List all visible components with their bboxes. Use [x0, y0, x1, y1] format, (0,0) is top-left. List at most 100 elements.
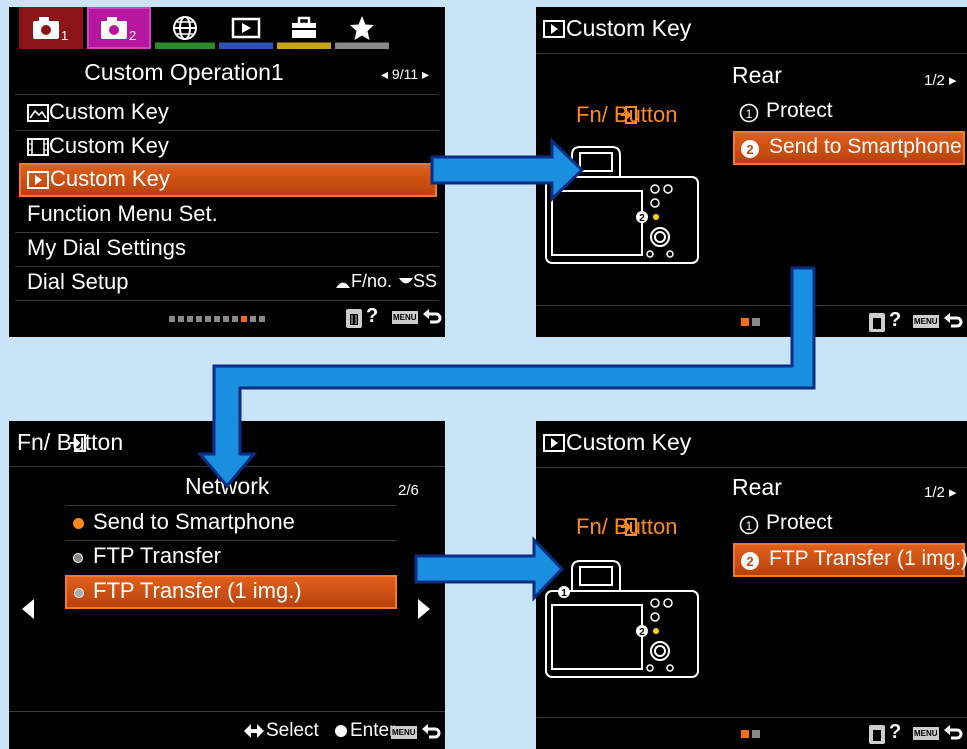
playback-icon — [543, 20, 565, 38]
enter-icon — [335, 725, 347, 737]
svg-text:2: 2 — [746, 142, 753, 157]
menu-button-label[interactable]: MENU — [392, 311, 418, 324]
help-label: ? — [889, 721, 902, 743]
number-1-icon: 1 — [739, 515, 759, 535]
menu-item-my-dial-settings[interactable]: My Dial Settings — [19, 233, 437, 265]
front-dial-icon — [336, 282, 350, 288]
custom-key-screen-send: Custom Key Rear 1/2 ▸ Fn/ Button 1 Prote… — [536, 7, 967, 337]
network-assign-screen: Fn/ Button Network 2/6 Send to Smartphon… — [9, 421, 445, 749]
toolbox-icon — [292, 16, 316, 38]
page-number: 1/2 — [924, 484, 945, 501]
section-title: Network — [185, 473, 270, 499]
playback-icon — [543, 434, 565, 452]
page-right-icon: ▸ — [944, 72, 957, 89]
tab-camera-1[interactable]: 1 — [19, 7, 83, 49]
camera-back-illustration: 2 — [545, 146, 699, 264]
list-item-ftp-transfer-1-img[interactable]: FTP Transfer (1 img.) — [65, 575, 397, 609]
page-title: Custom Key — [566, 15, 692, 41]
left-arrow-icon[interactable] — [21, 598, 35, 620]
page-indicator: 1/2 ▸ — [924, 483, 957, 501]
tab-camera-2[interactable]: 2 — [87, 7, 151, 49]
still-image-icon — [27, 104, 49, 122]
direction-icon — [244, 724, 264, 738]
option-label: Send to Smartphone — [769, 135, 962, 158]
menu-item-dial-setup[interactable]: Dial Setup F/no. SS — [19, 267, 437, 299]
list-item-send-to-smartphone[interactable]: Send to Smartphone — [65, 507, 397, 539]
trash-icon[interactable] — [345, 307, 363, 329]
send-icon — [621, 518, 637, 536]
option-label: Protect — [766, 511, 833, 534]
option-ftp-transfer-1-img[interactable]: 2 FTP Transfer (1 img.) — [733, 543, 967, 577]
svg-text:1: 1 — [746, 107, 753, 121]
menu-button-label[interactable]: MENU — [913, 727, 939, 740]
option-send-to-smartphone[interactable]: 2 Send to Smartphone — [733, 131, 965, 165]
list-item-label: Send to Smartphone — [93, 509, 295, 534]
camera-1-icon: 1 — [33, 17, 68, 42]
menu-item-label: My Dial Settings — [27, 235, 186, 260]
menu-item-label: Custom Key — [49, 133, 169, 158]
page-dots — [741, 318, 760, 326]
camera-2-icon: 2 — [101, 17, 136, 42]
camera-back-illustration: 1 2 — [545, 560, 699, 678]
page-right-icon: ▸ — [418, 66, 430, 82]
page-indicator: ◂ 9/11 ▸ — [381, 66, 429, 83]
page-title: Custom Operation1 — [84, 59, 284, 85]
return-icon[interactable] — [943, 724, 963, 744]
trash-icon[interactable] — [868, 723, 886, 745]
menu-item-custom-key-playback[interactable]: Custom Key — [19, 163, 437, 197]
svg-text:1: 1 — [561, 588, 567, 599]
trash-icon[interactable] — [868, 311, 886, 333]
return-icon[interactable] — [943, 312, 963, 332]
svg-text:2: 2 — [746, 554, 753, 569]
menu-button-label[interactable]: MENU — [391, 726, 417, 739]
svg-text:2: 2 — [129, 28, 136, 42]
menu-item-label: Custom Key — [49, 99, 169, 124]
svg-text:2: 2 — [639, 627, 645, 638]
tab-my-menu[interactable] — [335, 7, 389, 49]
page-dots — [169, 316, 265, 322]
menu-item-custom-key-still[interactable]: Custom Key — [19, 97, 437, 129]
page-title: Custom Key — [566, 429, 692, 455]
tab-playback[interactable] — [219, 7, 273, 49]
send-icon — [70, 434, 86, 452]
number-2-icon: 2 — [741, 140, 759, 158]
right-arrow-icon[interactable] — [417, 598, 431, 620]
number-2-icon: 2 — [741, 552, 759, 570]
page-right-icon: ▸ — [944, 484, 957, 501]
movie-icon — [27, 138, 49, 156]
page-left-icon: ◂ — [381, 66, 392, 82]
option-label: FTP Transfer (1 img.) — [769, 547, 967, 570]
option-protect[interactable]: 1 Protect — [736, 97, 967, 129]
globe-icon — [173, 16, 197, 40]
menu-item-label: Dial Setup — [27, 269, 129, 294]
menu-item-label: Function Menu Set. — [27, 201, 218, 226]
playback-icon — [231, 17, 261, 39]
select-label: Select — [266, 720, 319, 741]
list-item-label: FTP Transfer (1 img.) — [93, 578, 302, 603]
svg-text:1: 1 — [61, 28, 68, 42]
page-number: 2/6 — [398, 482, 419, 499]
tab-network[interactable] — [155, 7, 215, 49]
page-number: 1/2 — [924, 72, 945, 89]
section-title: Rear — [732, 474, 782, 500]
dial-rear-value: SS — [413, 271, 438, 291]
menu-button-label[interactable]: MENU — [913, 315, 939, 328]
menu-item-label: Custom Key — [50, 166, 170, 191]
list-item-label: FTP Transfer — [93, 543, 221, 568]
star-icon — [350, 16, 374, 40]
status-dot — [73, 518, 84, 529]
option-protect[interactable]: 1 Protect — [736, 509, 967, 541]
svg-text:2: 2 — [639, 213, 645, 224]
status-dot — [74, 588, 84, 598]
help-label: ? — [366, 305, 379, 327]
menu-item-function-menu-set[interactable]: Function Menu Set. — [19, 199, 437, 231]
dial-front-value: F/no. — [351, 271, 393, 291]
tab-setup[interactable] — [277, 7, 331, 49]
list-item-ftp-transfer[interactable]: FTP Transfer — [65, 541, 397, 573]
return-icon[interactable] — [422, 308, 442, 328]
page-indicator: 1/2 ▸ — [924, 71, 957, 89]
option-label: Protect — [766, 99, 833, 122]
page-number: 9/11 — [391, 66, 419, 82]
return-icon[interactable] — [421, 723, 441, 743]
menu-item-custom-key-movie[interactable]: Custom Key — [19, 131, 437, 163]
